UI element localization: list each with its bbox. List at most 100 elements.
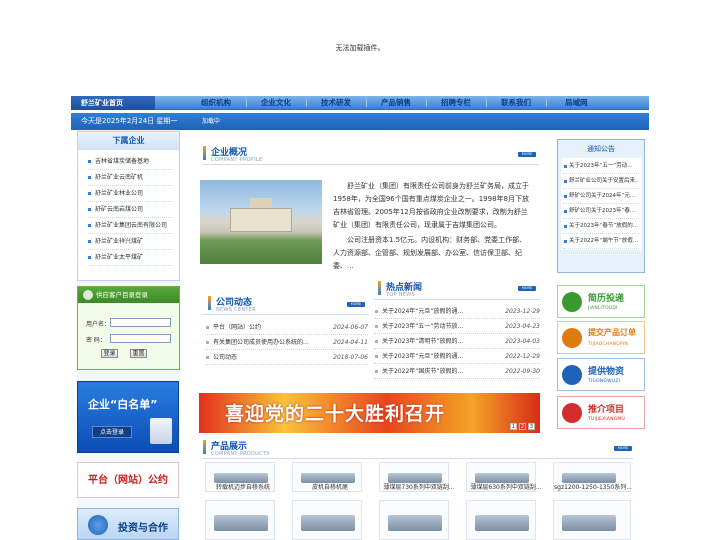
login-title: 供应客户目录登录 [78, 287, 179, 303]
product-image[interactable] [553, 500, 631, 540]
notice-item[interactable]: 舒矿公司关于2024年“元... [563, 189, 639, 204]
list-item[interactable]: 平台（网站）公约 2024-06-07 [205, 320, 368, 335]
notice-item[interactable]: 关于2023年“春节”放假的... [563, 219, 639, 234]
investment-link[interactable]: 投资与合作 [77, 508, 179, 540]
investment-label: 投资与合作 [118, 523, 168, 534]
whitelist-login-button[interactable]: 点击登录 [92, 426, 132, 438]
intro-paragraph: 公司注册资本1.5亿元。内设机构：财务部、党委工作部、人力资源部、企管部、规划发… [333, 236, 527, 270]
divider [203, 164, 539, 165]
resume-icon [562, 292, 582, 312]
subsidiaries-title: 下属企业 [78, 132, 179, 150]
products-more-button[interactable]: MORE [614, 446, 632, 451]
company-news-subtitle: NEWS CENTER [216, 307, 256, 313]
notice-item[interactable]: 关于2022年“端午节”放假... [563, 234, 639, 249]
submit-order-button[interactable]: 提交产品订单 TIJIAOCHANGPIN [557, 321, 645, 354]
date-bar: 今天是2025年2月24日 星期一 加载中 [71, 113, 649, 130]
section-marker [203, 146, 206, 160]
whitelist-title: 企业“白名单” [88, 398, 158, 411]
user-icon [83, 290, 93, 300]
product-image[interactable] [466, 500, 536, 540]
main-nav: 舒兰矿业首页 组织机构 企业文化 技术研发 产品销售 招聘专栏 联系我们 局域网 [71, 96, 649, 110]
company-news-list: 平台（网站）公约 2024-06-07 有关集团公司成员使用办公系统的... 202… [205, 320, 368, 365]
banner-page-3[interactable]: 3 [528, 423, 535, 430]
reset-button[interactable]: 重置 [130, 349, 147, 358]
banner-page-2[interactable]: 2 [519, 423, 526, 430]
nav-item-organization[interactable]: 组织机构 [201, 96, 231, 110]
supply-materials-button[interactable]: 提供物资 TIGONGWUZI [557, 358, 645, 391]
subsidiary-item[interactable]: 舒兰矿业集团云南有限公司 [88, 218, 173, 234]
username-label: 用户名： [86, 321, 111, 328]
product-label[interactable]: 皮机自移机尾 [292, 482, 368, 491]
login-button[interactable]: 登录 [101, 349, 118, 358]
divider [374, 299, 540, 300]
product-label[interactable]: 转载机迈步自移系统 [205, 482, 281, 491]
nav-item-sales[interactable]: 产品销售 [381, 96, 411, 110]
project-icon [562, 403, 582, 423]
divider [203, 458, 633, 459]
supplier-login-box: 供应客户目录登录 用户名： 密 码： 登录 重置 [77, 286, 180, 370]
banner-page-1[interactable]: 1 [510, 423, 517, 430]
marquee-loading: 加载中 [202, 118, 221, 125]
company-intro: 舒兰矿业（集团）有限责任公司前身为舒兰矿务局，成立于1958年，为全国96个国有… [333, 180, 531, 273]
notice-box: 通知公告 关于2023年“五一”劳动... 舒兰矿业公司关于安置后来... 舒矿… [557, 139, 645, 273]
section-marker [378, 281, 381, 295]
gear-icon [88, 515, 108, 535]
whitelist-banner[interactable]: 企业“白名单” 点击登录 [77, 381, 179, 453]
nav-item-contact[interactable]: 联系我们 [501, 96, 531, 110]
hot-news-more-button[interactable]: MORE [518, 286, 536, 291]
notice-item[interactable]: 舒矿公司关于2023年“春... [563, 204, 639, 219]
overview-more-button[interactable]: MORE [518, 152, 536, 157]
subsidiaries-box: 下属企业 吉林省煤炭储备基地 舒兰矿业云南矿机 舒兰矿业林业公司 舒矿云南岩煤公… [77, 131, 180, 281]
username-input[interactable] [110, 318, 171, 327]
product-label[interactable]: 薄煤层630系列中双链刮... [466, 482, 546, 491]
list-item[interactable]: 关于2023年“元旦”放假的通... 2022-12-29 [374, 349, 540, 364]
section-marker [208, 296, 211, 310]
hot-news-list: 关于2024年“元旦”放假的通... 2023-12-29 关于2023年“五一”… [374, 304, 540, 379]
password-input[interactable] [110, 334, 171, 343]
platform-pact-link[interactable]: 平台（网站）公约 [77, 462, 179, 498]
recommend-project-button[interactable]: 推介项目 TUIJIEXIANGMU [557, 396, 645, 429]
list-item[interactable]: 公司动态 2018-07-06 [205, 350, 368, 365]
products-subtitle: COMPANY PRODUCTS [211, 451, 270, 457]
company-news-more-button[interactable]: MORE [347, 302, 365, 307]
resume-submit-button[interactable]: 简历投递 JIANLITOUDI [557, 285, 645, 318]
product-image[interactable] [379, 500, 449, 540]
list-item[interactable]: 关于2023年“清明节”放假的... 2023-04-03 [374, 334, 540, 349]
password-label: 密 码： [86, 337, 106, 344]
notice-item[interactable]: 舒兰矿业公司关于安置后来... [563, 174, 639, 189]
current-date: 今天是2025年2月24日 星期一 [81, 117, 178, 125]
section-marker [203, 440, 206, 454]
subsidiary-item[interactable]: 舒兰矿业太平煤矿 [88, 250, 173, 266]
subsidiary-item[interactable]: 舒兰矿业林业公司 [88, 186, 173, 202]
company-building-photo [200, 180, 322, 264]
subsidiary-item[interactable]: 吉林省煤炭储备基地 [88, 154, 173, 170]
list-item[interactable]: 关于2023年“五一”劳动节放... 2023-04-23 [374, 319, 540, 334]
banner-text: 喜迎党的二十大胜利召开 [225, 403, 446, 425]
nav-item-culture[interactable]: 企业文化 [261, 96, 291, 110]
product-label[interactable]: sgz1200-1250-1350系列... [553, 482, 633, 491]
product-image[interactable] [205, 500, 275, 540]
notice-title: 通知公告 [587, 145, 615, 153]
divider [203, 314, 369, 315]
hot-news-subtitle: TOP NEWS [386, 292, 416, 298]
nav-home[interactable]: 舒兰矿业首页 [71, 96, 155, 110]
order-icon [562, 328, 582, 348]
nav-item-lan[interactable]: 局域网 [565, 96, 588, 110]
overview-subtitle: COMPANY PROFILE [211, 157, 263, 163]
subsidiary-item[interactable]: 舒矿云南岩煤公司 [88, 202, 173, 218]
list-item[interactable]: 关于2022年“国庆节”放假的... 2022-09-30 [374, 364, 540, 379]
plugin-message: 无法加载插件。 [335, 44, 385, 52]
subsidiary-item[interactable]: 舒兰矿业祥兴煤矿 [88, 234, 173, 250]
product-label[interactable]: 薄煤层730系列中双链刮... [379, 482, 459, 491]
subsidiary-item[interactable]: 舒兰矿业云南矿机 [88, 170, 173, 186]
list-item[interactable]: 关于2024年“元旦”放假的通... 2023-12-29 [374, 304, 540, 319]
notice-item[interactable]: 关于2023年“五一”劳动... [563, 159, 639, 174]
intro-paragraph: 舒兰矿业（集团）有限责任公司前身为舒兰矿务局，成立于1958年，为全国96个国有… [333, 182, 529, 229]
congress-banner[interactable]: 喜迎党的二十大胜利召开 1 2 3 [199, 393, 540, 433]
materials-icon [562, 365, 582, 385]
product-image[interactable] [292, 500, 362, 540]
nav-item-recruit[interactable]: 招聘专栏 [441, 96, 471, 110]
nav-item-research[interactable]: 技术研发 [321, 96, 351, 110]
document-icon [150, 418, 172, 444]
list-item[interactable]: 有关集团公司成员使用办公系统的... 2024-04-11 [205, 335, 368, 350]
